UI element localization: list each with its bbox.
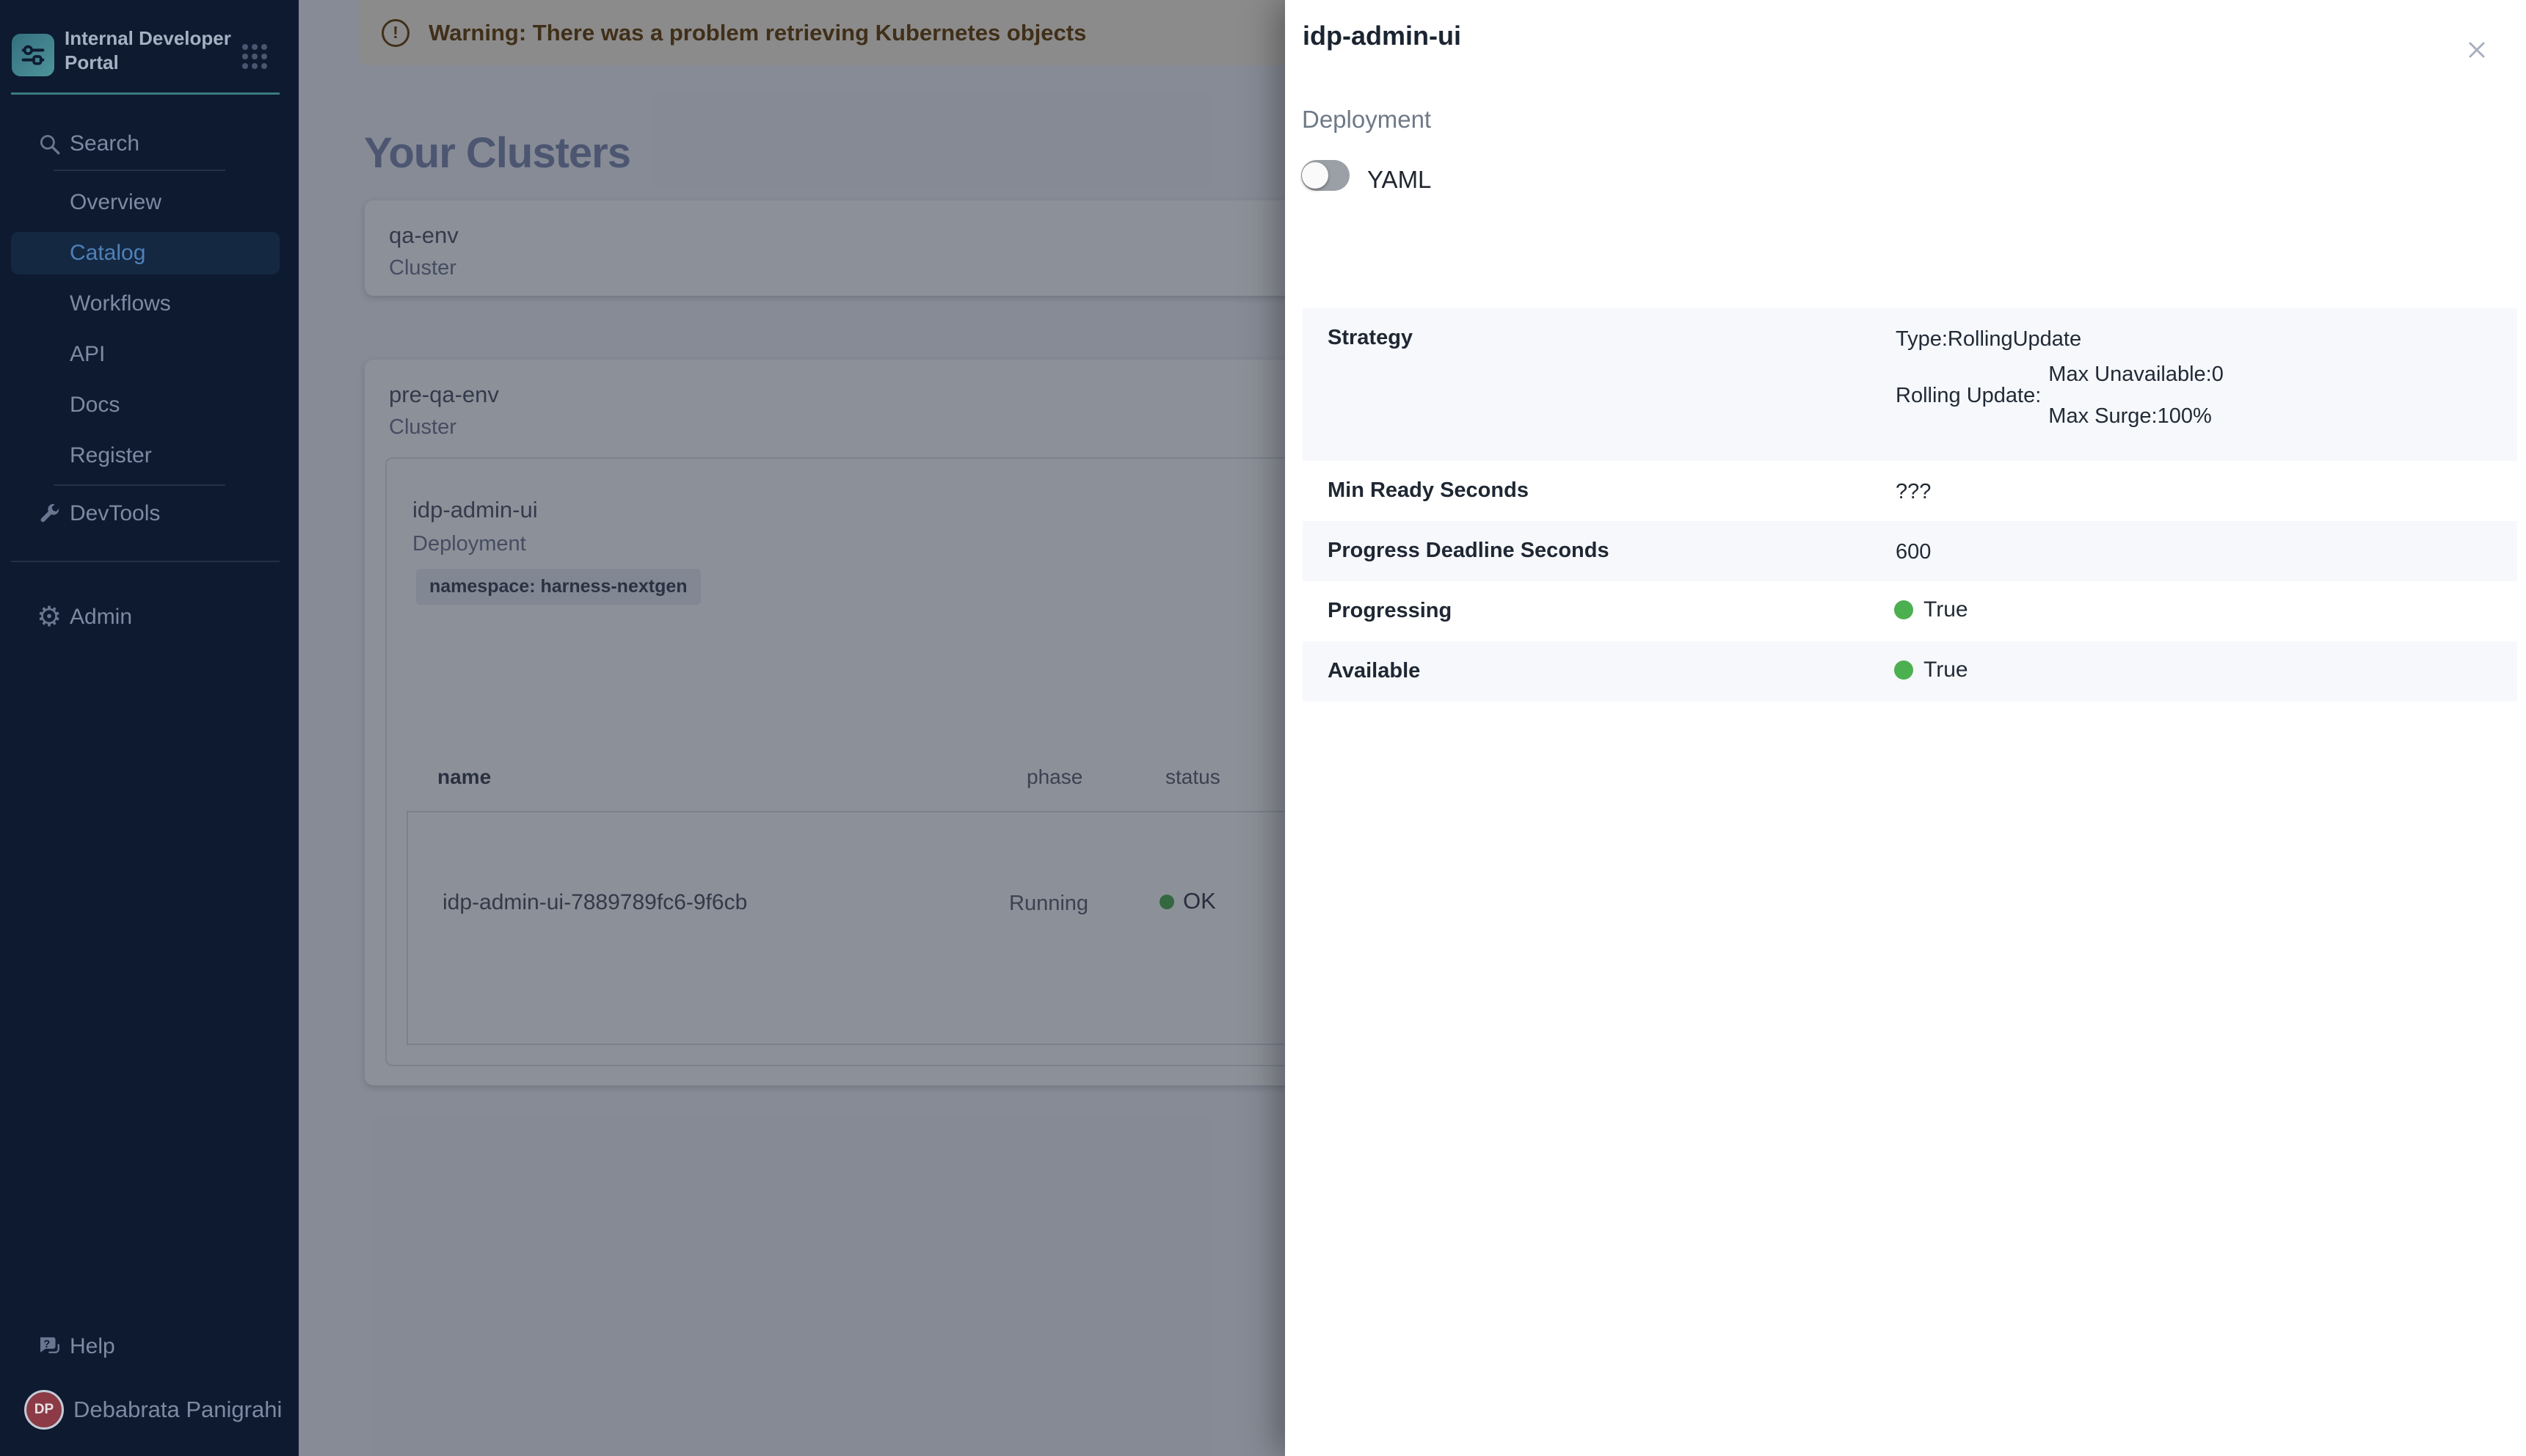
- status-dot: [1894, 660, 1913, 680]
- detail-row-available: Available True: [1303, 641, 2517, 702]
- detail-row-strategy: Strategy Type:RollingUpdate Rolling Upda…: [1303, 308, 2517, 461]
- detail-row-progressing: Progressing True: [1303, 581, 2517, 641]
- close-icon[interactable]: [2462, 35, 2492, 65]
- sidebar-item-search[interactable]: Search: [11, 123, 280, 165]
- sidebar-item-label: Register: [70, 443, 152, 468]
- gear-icon: ⚙: [35, 603, 63, 631]
- sidebar-item-register[interactable]: Register: [11, 434, 280, 477]
- sidebar-item-devtools[interactable]: DevTools: [11, 492, 280, 535]
- detail-value: ???: [1896, 480, 1931, 504]
- app-title: Internal Developer Portal: [65, 26, 233, 75]
- svg-text:?: ?: [43, 1339, 50, 1350]
- toggle-thumb: [1302, 162, 1328, 189]
- max-surge-value: Max Surge:100%: [2048, 404, 2224, 429]
- sidebar-item-admin[interactable]: ⚙ Admin: [11, 596, 280, 638]
- sidebar-divider: [54, 170, 225, 171]
- sidebar: Internal Developer Portal Search Overvie…: [0, 0, 299, 1456]
- sliders-logo-icon: [18, 40, 48, 70]
- detail-label: Strategy: [1328, 326, 1413, 350]
- sidebar-item-label: Workflows: [70, 291, 171, 316]
- yaml-toggle-label: YAML: [1367, 166, 1431, 194]
- detail-label: Progressing: [1328, 599, 1452, 623]
- sidebar-accent-rule: [11, 92, 280, 95]
- sidebar-divider: [54, 484, 225, 486]
- sidebar-item-label: Search: [70, 131, 139, 156]
- wrench-icon: [35, 502, 63, 525]
- detail-row-progress-deadline-seconds: Progress Deadline Seconds 600: [1303, 521, 2517, 581]
- strategy-type-value: Type:RollingUpdate: [1896, 327, 2081, 352]
- yaml-toggle[interactable]: [1301, 160, 1350, 191]
- sidebar-item-label: Help: [70, 1334, 115, 1359]
- sidebar-item-label: Catalog: [70, 241, 145, 266]
- user-avatar[interactable]: DP: [24, 1390, 64, 1430]
- sidebar-item-label: Overview: [70, 190, 161, 215]
- status-dot: [1894, 600, 1913, 619]
- drawer-subtitle: Deployment: [1302, 106, 1431, 134]
- detail-row-min-ready-seconds: Min Ready Seconds ???: [1303, 461, 2517, 521]
- sidebar-item-help[interactable]: ? Help: [11, 1325, 280, 1368]
- sidebar-item-label: Docs: [70, 393, 120, 418]
- detail-value: True: [1923, 658, 1968, 682]
- details-drawer: idp-admin-ui Deployment YAML Strategy Ty…: [1285, 0, 2526, 1456]
- search-icon: [35, 131, 63, 156]
- sidebar-item-catalog[interactable]: Catalog: [11, 232, 280, 274]
- app-logo: [12, 34, 54, 76]
- sidebar-item-docs[interactable]: Docs: [11, 384, 280, 426]
- max-unavailable-value: Max Unavailable:0: [2048, 363, 2224, 387]
- sidebar-item-workflows[interactable]: Workflows: [11, 283, 280, 325]
- detail-label: Progress Deadline Seconds: [1328, 539, 1609, 563]
- sidebar-item-overview[interactable]: Overview: [11, 181, 280, 224]
- apps-grid-icon[interactable]: [242, 44, 267, 69]
- detail-value: True: [1923, 597, 1968, 622]
- sidebar-item-label: Admin: [70, 605, 132, 630]
- rolling-update-group: Rolling Update: Max Unavailable:0 Max Su…: [1896, 363, 2224, 429]
- help-chat-icon: ?: [35, 1334, 63, 1359]
- rolling-update-label: Rolling Update:: [1896, 384, 2041, 408]
- user-name[interactable]: Debabrata Panigrahi: [73, 1397, 282, 1423]
- detail-value: 600: [1896, 540, 1931, 564]
- sidebar-item-label: API: [70, 342, 105, 367]
- detail-label: Available: [1328, 659, 1420, 683]
- detail-label: Min Ready Seconds: [1328, 478, 1529, 503]
- drawer-title: idp-admin-ui: [1303, 21, 1461, 51]
- avatar-initials: DP: [34, 1402, 54, 1418]
- sidebar-item-api[interactable]: API: [11, 333, 280, 376]
- sidebar-divider: [11, 561, 280, 562]
- sidebar-item-label: DevTools: [70, 501, 160, 526]
